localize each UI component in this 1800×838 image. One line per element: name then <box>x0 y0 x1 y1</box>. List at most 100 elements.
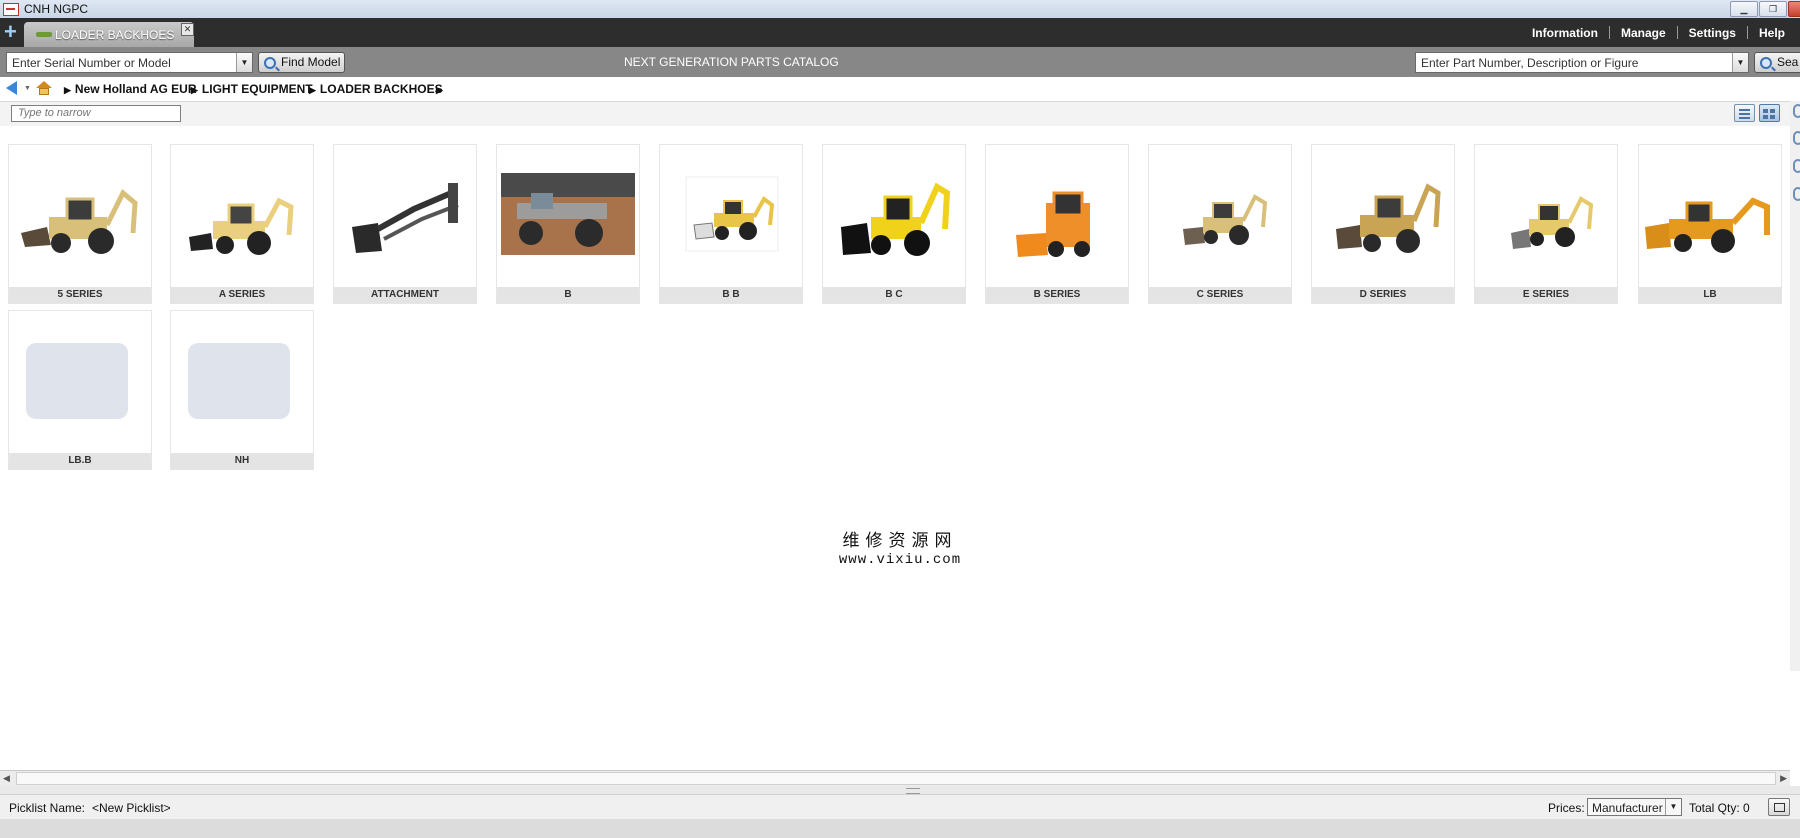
breadcrumb-label: LIGHT EQUIPMENT <box>201 82 313 96</box>
back-arrow-icon[interactable] <box>6 81 17 95</box>
model-card-label: B SERIES <box>986 287 1128 303</box>
part-search-combo[interactable]: Enter Part Number, Description or Figure… <box>1415 52 1749 73</box>
menu-manage[interactable]: Manage <box>1610 26 1677 40</box>
model-grid: 5 SERIES A SERIES ATTACHMENT B B B B C B… <box>0 126 1790 771</box>
home-icon[interactable] <box>36 81 52 95</box>
search-button[interactable]: Sea <box>1754 52 1800 73</box>
panel-splitter[interactable] <box>0 786 1800 794</box>
narrow-filter-input[interactable] <box>11 105 181 122</box>
picklist-name[interactable]: <New Picklist> <box>92 801 171 815</box>
chevron-down-icon[interactable]: ▼ <box>236 53 252 72</box>
backhoe-loader-image <box>1645 197 1770 253</box>
chevron-down-icon[interactable]: ▼ <box>1665 799 1681 815</box>
app-logo-icon <box>3 3 19 16</box>
info-icon[interactable] <box>1793 104 1800 118</box>
filter-bar <box>0 101 1800 127</box>
model-card-label: LB.B <box>9 453 151 469</box>
model-card-nh[interactable]: NH <box>170 310 314 470</box>
total-qty: Total Qty: 0 <box>1689 801 1750 815</box>
menu-help[interactable]: Help <box>1748 26 1796 40</box>
picklist-label: Picklist Name: <box>9 801 86 815</box>
image-placeholder <box>188 343 290 419</box>
model-card-label: D SERIES <box>1312 287 1454 303</box>
prices-select[interactable]: Manufacturer ▼ <box>1587 798 1682 816</box>
model-card-label: LB <box>1639 287 1781 303</box>
part-search-input[interactable]: Enter Part Number, Description or Figure <box>1421 56 1638 70</box>
breadcrumb-label: New Holland AG EUR <box>74 82 197 96</box>
picklist-window-icon[interactable] <box>1768 798 1790 816</box>
loader-attachment-image <box>352 183 459 253</box>
scroll-left-icon[interactable]: ◀ <box>3 773 10 784</box>
search-icon <box>1760 57 1772 69</box>
bottom-strip <box>0 819 1800 838</box>
person-icon[interactable] <box>1793 187 1800 201</box>
list-view-icon[interactable] <box>1734 104 1755 122</box>
restore-icon[interactable]: ❐ <box>1759 1 1787 17</box>
model-card-b-b[interactable]: B B <box>659 144 803 304</box>
minimize-icon[interactable]: ▁ <box>1730 1 1758 17</box>
model-card-lb-b[interactable]: LB.B <box>8 310 152 470</box>
backhoe-loader-image <box>685 176 779 252</box>
serial-model-combo[interactable]: Enter Serial Number or Model ▼ <box>6 52 253 73</box>
find-model-button[interactable]: Find Model <box>258 52 345 73</box>
image-placeholder <box>26 343 128 419</box>
top-menu: Information Manage Settings Help <box>1521 18 1796 47</box>
new-tab-plus-icon[interactable]: + <box>4 21 17 43</box>
model-card-label: ATTACHMENT <box>334 287 476 303</box>
breadcrumb-label: LOADER BACKHOES <box>319 82 443 96</box>
model-card-b[interactable]: B <box>496 144 640 304</box>
right-tool-rail <box>1790 101 1800 671</box>
model-card-5-series[interactable]: 5 SERIES <box>8 144 152 304</box>
model-card-label: B C <box>823 287 965 303</box>
grid-view-icon[interactable] <box>1759 104 1780 122</box>
scrollbar-thumb[interactable] <box>16 772 1776 785</box>
status-bar: Picklist Name: <New Picklist> Prices: Ma… <box>0 794 1800 820</box>
model-card-label: 5 SERIES <box>9 287 151 303</box>
backhoe-loader-image <box>189 197 294 255</box>
backhoe-loader-image <box>1511 196 1594 249</box>
model-card-lb[interactable]: LB <box>1638 144 1782 304</box>
breadcrumb: ▼ ▶ New Holland AG EUR ▶ LIGHT EQUIPMENT ▶… <box>0 77 1800 101</box>
model-card-attachment[interactable]: ATTACHMENT <box>333 144 477 304</box>
model-card-b-c[interactable]: B C <box>822 144 966 304</box>
backhoe-loader-image <box>841 182 951 256</box>
skid-steer-image <box>1016 191 1090 257</box>
find-model-label: Find Model <box>281 55 341 69</box>
breadcrumb-next-icon[interactable]: ▶ <box>436 82 447 96</box>
scroll-right-icon[interactable]: ▶ <box>1780 773 1787 784</box>
model-card-a-series[interactable]: A SERIES <box>170 144 314 304</box>
model-card-d-series[interactable]: D SERIES <box>1311 144 1455 304</box>
menu-information[interactable]: Information <box>1521 26 1609 40</box>
watermark-url: www.vixiu.com <box>838 552 962 568</box>
model-card-e-series[interactable]: E SERIES <box>1474 144 1618 304</box>
search-bar: Enter Serial Number or Model ▼ Find Mode… <box>0 47 1800 77</box>
backhoe-loader-image <box>1336 183 1441 253</box>
model-card-label: C SERIES <box>1149 287 1291 303</box>
motor-grader-image <box>501 173 635 255</box>
chevron-down-icon[interactable]: ▼ <box>1732 53 1748 72</box>
backhoe-loader-image <box>21 189 138 254</box>
breadcrumb-item[interactable]: ▶ New Holland AG EUR <box>64 82 197 96</box>
title-bar: CNH NGPC ▁ ❐ <box>0 0 1800 19</box>
horizontal-scrollbar[interactable]: ◀ ▶ <box>0 770 1790 787</box>
history-dropdown-icon[interactable]: ▼ <box>24 85 31 92</box>
model-card-label: B B <box>660 287 802 303</box>
window-title: CNH NGPC <box>24 2 89 16</box>
close-window-icon[interactable] <box>1788 1 1800 17</box>
model-card-b-series[interactable]: B SERIES <box>985 144 1129 304</box>
search-button-label: Sea <box>1777 55 1799 69</box>
tab-loader-backhoes[interactable]: LOADER BACKHOES ✕ <box>24 22 194 47</box>
menu-settings[interactable]: Settings <box>1678 26 1747 40</box>
tab-close-icon[interactable]: ✕ <box>181 23 194 36</box>
catalog-title: NEXT GENERATION PARTS CATALOG <box>624 55 839 69</box>
breadcrumb-item[interactable]: ▶ LOADER BACKHOES <box>309 82 443 96</box>
search-icon <box>264 57 276 69</box>
breadcrumb-item[interactable]: ▶ LIGHT EQUIPMENT <box>191 82 313 96</box>
document-icon[interactable] <box>1793 131 1800 145</box>
prices-label: Prices: <box>1548 801 1585 815</box>
tab-label: LOADER BACKHOES <box>55 28 175 42</box>
model-card-c-series[interactable]: C SERIES <box>1148 144 1292 304</box>
serial-model-input[interactable]: Enter Serial Number or Model <box>12 56 171 70</box>
tag-icon[interactable] <box>1793 159 1800 173</box>
watermark: 维修资源网 www.vixiu.com <box>820 526 980 568</box>
